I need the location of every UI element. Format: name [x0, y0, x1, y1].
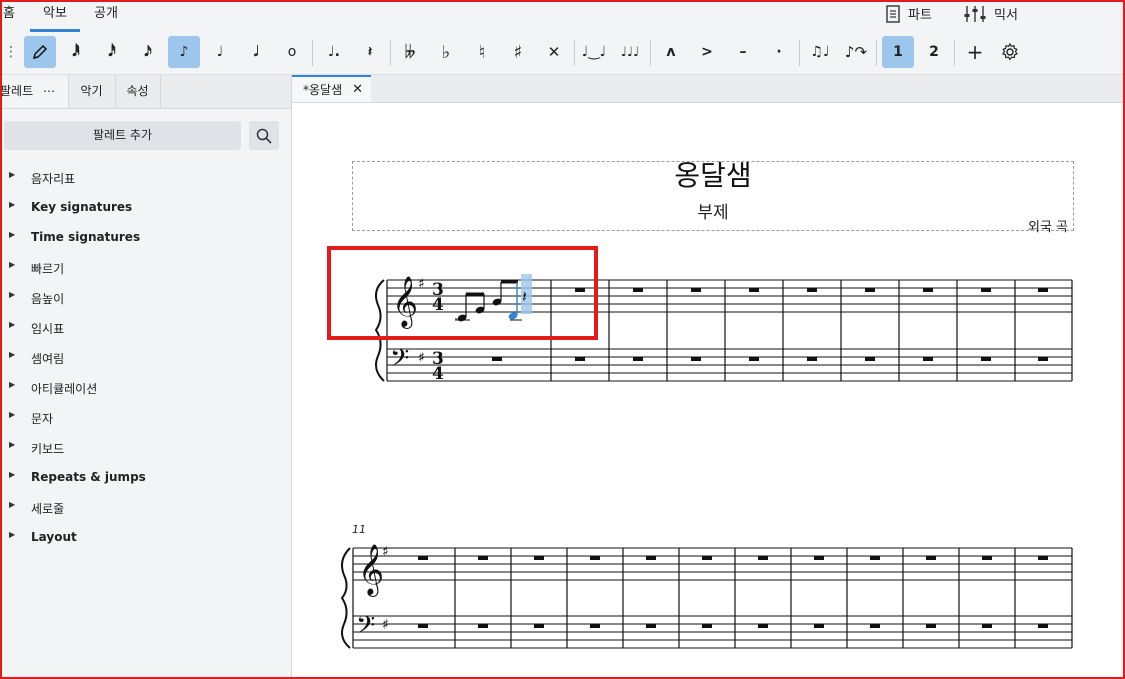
time-signature-bottom: 4: [432, 364, 444, 384]
bass-clef-icon: 𝄢: [390, 344, 409, 379]
system-brace: [340, 547, 351, 649]
bass-staff: [387, 348, 1072, 382]
whole-rest[interactable]: [492, 357, 502, 361]
highlight-box: [327, 246, 598, 340]
key-signature-sharp-icon: ♯: [382, 617, 389, 633]
treble-staff: [353, 547, 1072, 581]
whole-rests-system-1: [572, 287, 1048, 361]
bass-clef-icon: 𝄢: [356, 611, 375, 646]
treble-clef-icon: 𝄞: [358, 544, 384, 597]
bass-staff: [353, 615, 1072, 649]
whole-rests-system-2: [418, 556, 1048, 628]
barlines-system-2: [352, 548, 1073, 648]
system-2: 𝄞 𝄢 ♯ ♯: [340, 544, 1073, 649]
key-signature-sharp-icon: ♯: [418, 350, 425, 366]
key-signature-sharp-icon: ♯: [382, 544, 389, 560]
